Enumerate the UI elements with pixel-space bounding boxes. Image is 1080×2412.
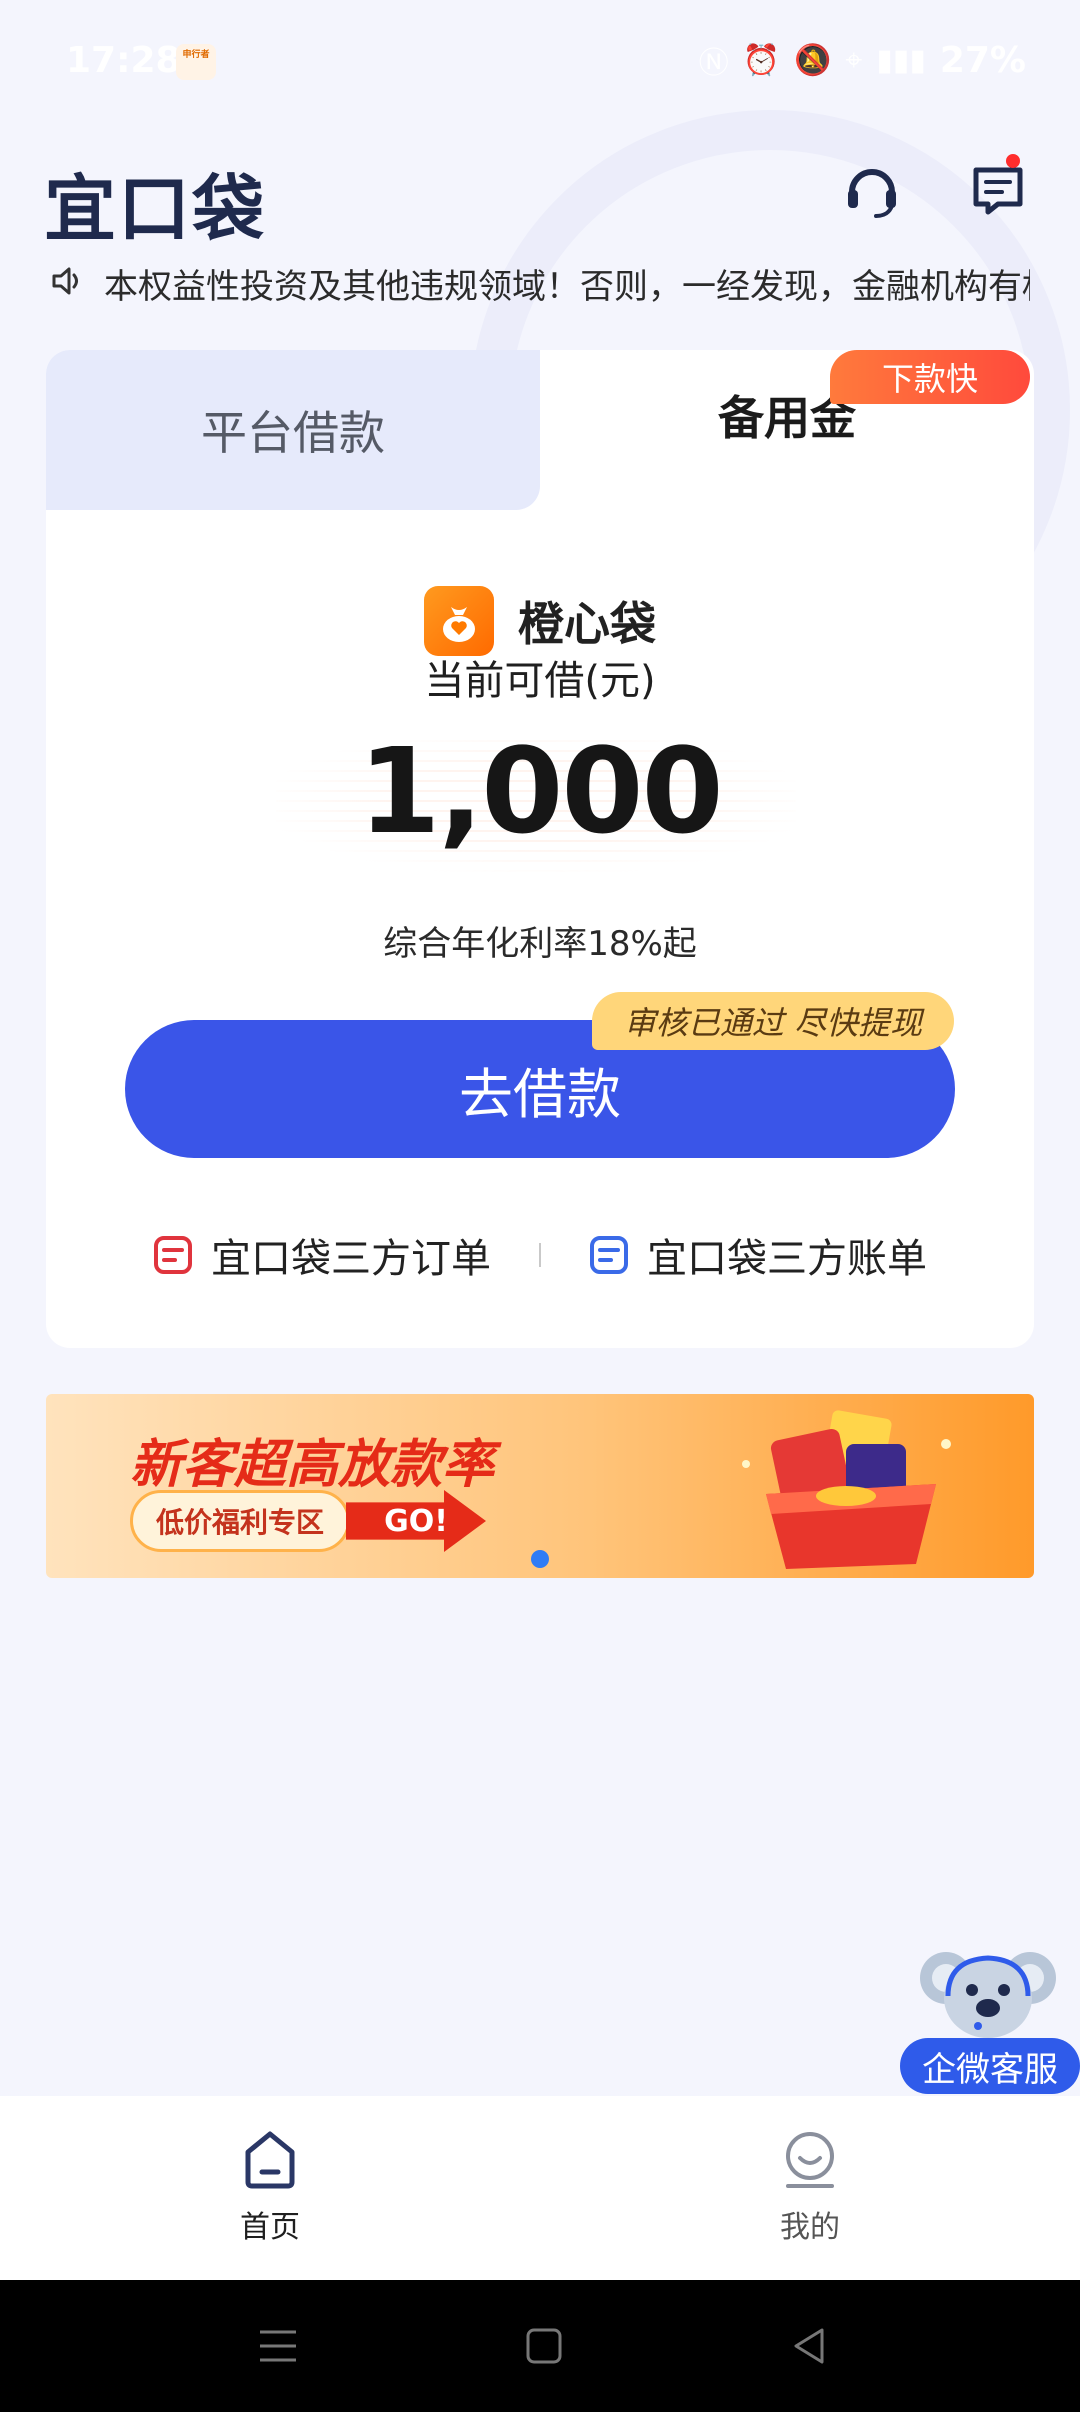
bills-link[interactable]: 宜口袋三方账单: [589, 1226, 927, 1284]
money-bag-icon: [424, 586, 494, 656]
location-icon: ⌖: [845, 42, 863, 78]
banner-go-arrow: GO!: [346, 1490, 486, 1552]
orders-link[interactable]: 宜口袋三方订单: [153, 1226, 491, 1284]
notice-bar[interactable]: 本权益性投资及其他违规领域！否则，一经发现，金融机构有权: [50, 258, 1030, 308]
approved-badge: 审核已通过 尽快提现: [592, 992, 954, 1050]
fast-disbursement-badge: 下款快: [830, 350, 1030, 404]
status-bar: 17:28 申行者 Ⓝ ⏰ 🔕 ⌖ ▮▮▮ 27%: [0, 0, 1080, 124]
message-icon[interactable]: [966, 158, 1030, 222]
lender-name: 橙心袋: [518, 597, 656, 651]
available-label: 当前可借(元): [424, 658, 656, 704]
order-icon: [153, 1235, 193, 1275]
speaker-icon: [50, 264, 84, 302]
nav-home-label: 首页: [240, 2210, 300, 2245]
banner-title: 新客超高放款率: [130, 1435, 495, 1495]
headset-icon[interactable]: [840, 158, 904, 222]
bottom-nav: 首页 我的: [0, 2096, 1080, 2280]
bills-link-label: 宜口袋三方账单: [647, 1236, 927, 1282]
status-time: 17:28: [66, 40, 181, 81]
signal-icon: ▮▮▮: [876, 42, 926, 78]
app-logo: 宜口袋: [44, 167, 267, 251]
home-square-icon[interactable]: [520, 2324, 568, 2368]
loan-card: 平台借款 备用金 下款快 橙心袋 当前可借(元) 1,000 综合年化利率18%…: [46, 350, 1034, 1348]
gift-box-icon: [742, 1410, 951, 1569]
nav-home[interactable]: 首页: [170, 2128, 370, 2246]
bill-icon: [589, 1235, 629, 1275]
order-links: 宜口袋三方订单 宜口袋三方账单: [46, 1220, 1034, 1290]
nav-me[interactable]: 我的: [710, 2128, 910, 2246]
status-icons: Ⓝ ⏰ 🔕 ⌖ ▮▮▮ 27%: [699, 38, 1026, 82]
battery-level: 27%: [939, 39, 1026, 81]
banner-pill: 低价福利专区: [130, 1490, 350, 1552]
back-icon[interactable]: [786, 2324, 834, 2368]
nav-me-label: 我的: [780, 2210, 840, 2245]
nfc-icon: Ⓝ: [698, 46, 729, 81]
customer-service-button[interactable]: 企微客服: [900, 2038, 1080, 2094]
status-app-badge: 申行者: [176, 44, 216, 80]
lender-brand: 橙心袋: [424, 586, 656, 656]
link-divider: [539, 1243, 541, 1267]
profile-icon: [786, 2132, 834, 2188]
interest-rate: 综合年化利率18%起: [383, 924, 697, 964]
tab-platform-loan-label: 平台借款: [201, 406, 385, 460]
orders-link-label: 宜口袋三方订单: [211, 1236, 491, 1282]
carousel-indicator: [531, 1550, 549, 1568]
mute-icon: 🔕: [794, 42, 832, 78]
system-nav-bar: [0, 2280, 1080, 2412]
alarm-icon: ⏰: [742, 42, 781, 78]
menu-icon[interactable]: [254, 2324, 302, 2368]
notice-text: 本权益性投资及其他违规领域！否则，一经发现，金融机构有权: [104, 266, 1030, 307]
home-icon: [245, 2131, 295, 2189]
tab-platform-loan[interactable]: 平台借款: [46, 350, 540, 510]
unread-dot: [1006, 154, 1020, 168]
borrow-button-label: 去借款: [459, 1062, 621, 1126]
available-amount: 1,000: [358, 722, 723, 860]
